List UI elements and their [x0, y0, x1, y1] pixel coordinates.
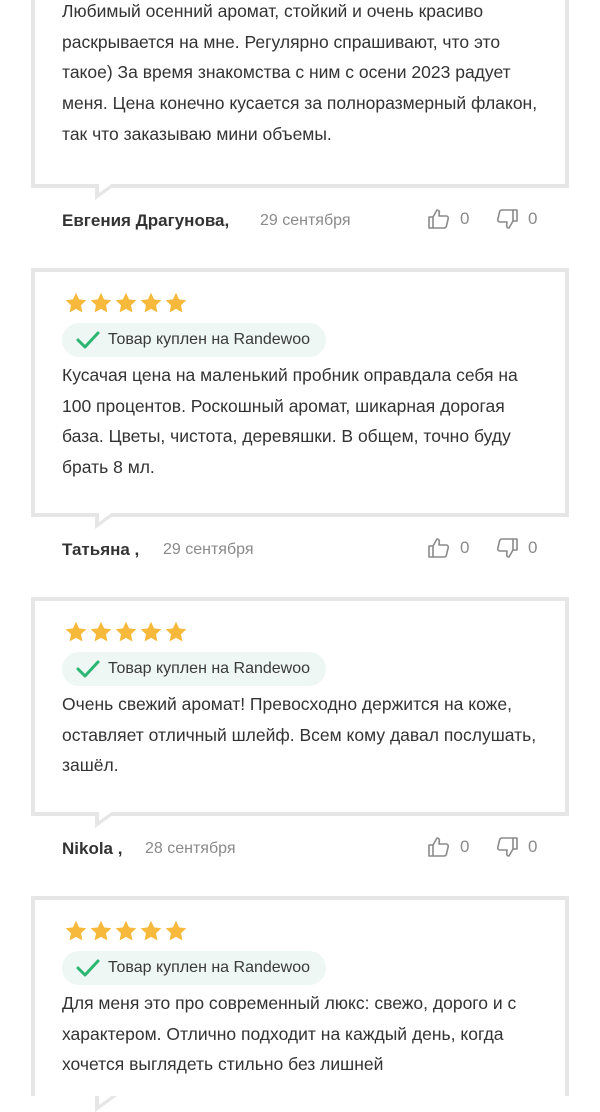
star-icon [65, 920, 87, 941]
star-icon [65, 621, 87, 642]
badge-label: Товар куплен на Randewoo [108, 331, 311, 348]
dislike-count: 0 [528, 209, 538, 228]
check-icon [76, 331, 100, 349]
thumbs-down-icon [496, 209, 518, 229]
review-text: Любимый осенний аромат, стойкий и очень … [62, 1, 538, 144]
rating-stars [64, 919, 188, 943]
dislike-button[interactable]: 0 [495, 536, 537, 560]
review-card: Товар куплен на Randewoo Кусачая цена на… [31, 268, 569, 529]
dislike-count: 0 [528, 837, 538, 856]
check-icon [76, 660, 100, 678]
star-icon [165, 920, 187, 941]
review-date: 29 сентября [260, 212, 351, 229]
thumbs-up-icon [428, 209, 450, 229]
review-card: Любимый осенний аромат, стойкий и очень … [31, 0, 569, 200]
star-icon [115, 292, 137, 313]
star-icon [115, 920, 137, 941]
verified-purchase-badge: Товар куплен на Randewoo [62, 951, 327, 985]
review-meta: Евгения Драгунова, 29 сентября 0 0 [0, 207, 600, 237]
star-icon [140, 920, 162, 941]
like-button[interactable]: 0 [427, 536, 469, 560]
like-count: 0 [460, 209, 470, 228]
check-icon [76, 959, 100, 977]
review-text: Кусачая цена на маленький пробник оправд… [62, 365, 518, 478]
thumbs-down-icon [496, 837, 518, 857]
thumbs-up-icon [428, 538, 450, 558]
review-meta: Nikola , 28 сентября 0 0 [0, 835, 600, 865]
like-button[interactable]: 0 [427, 207, 469, 231]
star-icon [165, 621, 187, 642]
rating-stars [64, 620, 188, 644]
like-count: 0 [460, 837, 470, 856]
star-icon [140, 621, 162, 642]
review-author: Евгения Драгунова, [62, 211, 230, 230]
like-count: 0 [460, 538, 470, 557]
rating-stars [64, 291, 188, 315]
verified-purchase-badge: Товар куплен на Randewoo [62, 652, 327, 686]
star-icon [90, 292, 112, 313]
badge-label: Товар куплен на Randewoo [108, 660, 311, 677]
dislike-button[interactable]: 0 [495, 835, 537, 859]
badge-label: Товар куплен на Randewoo [108, 959, 311, 976]
thumbs-down-icon [496, 538, 518, 558]
verified-purchase-badge: Товар куплен на Randewoo [62, 323, 327, 357]
review-author: Nikola , [62, 839, 123, 858]
star-icon [140, 292, 162, 313]
dislike-count: 0 [528, 538, 538, 557]
review-card: Товар куплен на Randewoo Для меня это пр… [31, 896, 569, 1112]
review-author: Татьяна , [62, 540, 140, 559]
star-icon [65, 292, 87, 313]
like-button[interactable]: 0 [427, 835, 469, 859]
review-text: Очень свежий аромат! Превосходно держитс… [62, 694, 537, 776]
review-meta: Татьяна , 29 сентября 0 0 [0, 536, 600, 566]
star-icon [165, 292, 187, 313]
dislike-button[interactable]: 0 [495, 207, 537, 231]
star-icon [90, 920, 112, 941]
thumbs-up-icon [428, 837, 450, 857]
review-card: Товар куплен на Randewoo Очень свежий ар… [31, 597, 569, 828]
review-text: Для меня это про современный люкс: свежо… [62, 993, 517, 1075]
review-date: 28 сентября [145, 840, 236, 857]
review-date: 29 сентября [163, 541, 254, 558]
star-icon [115, 621, 137, 642]
star-icon [90, 621, 112, 642]
